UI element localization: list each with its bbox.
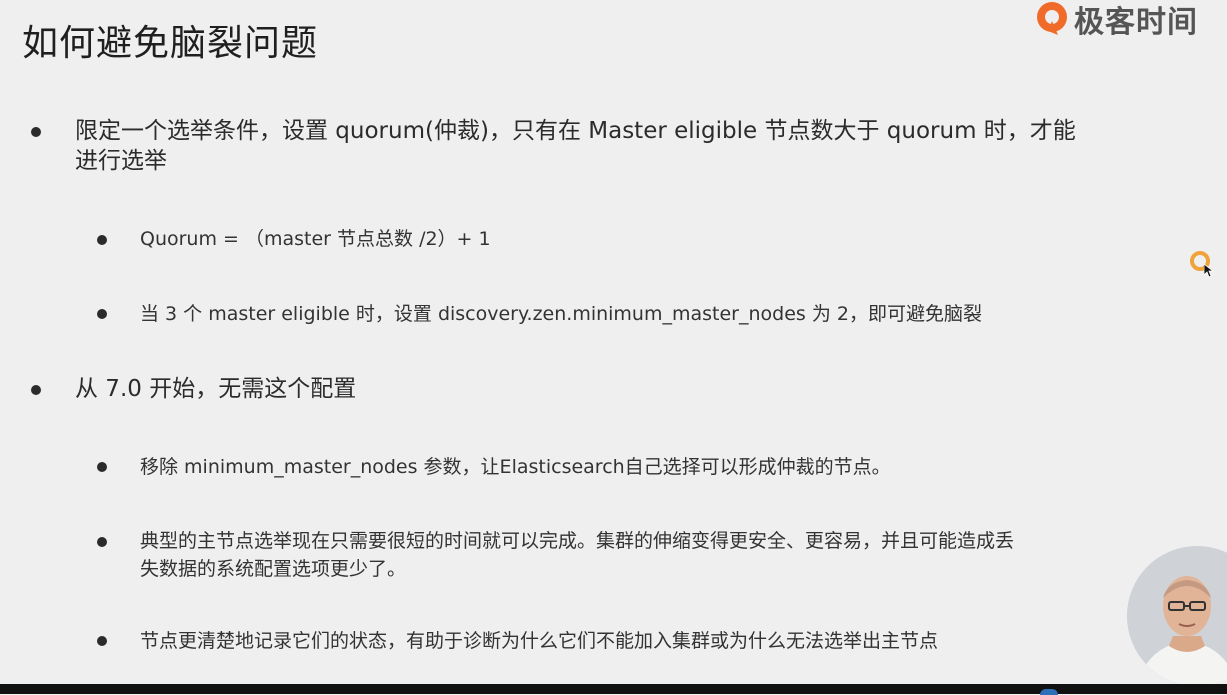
player-indicator xyxy=(1040,689,1058,695)
bullet-text: 从 7.0 开始，无需这个配置 xyxy=(75,376,357,402)
bullet-text: 限定一个选举条件，设置 quorum(仲裁)，只有在 Master eligib… xyxy=(75,116,1076,176)
bullet-line: 典型的主节点选举现在只需要很短的时间就可以完成。集群的伸缩变得更安全、更容易，并… xyxy=(140,530,1015,552)
bullet-dot-icon xyxy=(97,636,107,646)
bullet-text: 移除 minimum_master_nodes 参数，让Elasticsearc… xyxy=(140,456,891,478)
bullet-dot-icon xyxy=(31,385,41,395)
bullet-dot-icon xyxy=(31,127,41,137)
bullet-text: Quorum = （master 节点总数 /2）+ 1 xyxy=(140,228,491,250)
bullet-line: 进行选举 xyxy=(75,148,167,174)
bullet-text: 典型的主节点选举现在只需要很短的时间就可以完成。集群的伸缩变得更安全、更容易，并… xyxy=(140,527,1014,583)
brand-logo: 极客时间 xyxy=(1034,0,1198,40)
bullet-dot-icon xyxy=(97,309,107,319)
cursor-arrow-icon xyxy=(1203,263,1215,278)
bullet-dot-icon xyxy=(97,537,107,547)
slide-title: 如何避免脑裂问题 xyxy=(22,23,319,64)
bullet-text: 节点更清楚地记录它们的状态，有助于诊断为什么它们不能加入集群或为什么无法选举出主… xyxy=(140,630,939,652)
presenter-webcam xyxy=(1127,546,1227,684)
slide: 如何避免脑裂问题 极客时间 限定一个选举条件，设置 quorum(仲裁)，只有在… xyxy=(0,0,1227,684)
bullet-dot-icon xyxy=(97,462,107,472)
bullet-line: 限定一个选举条件，设置 quorum(仲裁)，只有在 Master eligib… xyxy=(75,118,1076,144)
bullet-dot-icon xyxy=(97,235,107,245)
geektime-logo-icon xyxy=(1034,1,1070,37)
bullet-line: 失数据的系统配置选项更少了。 xyxy=(140,558,407,580)
logo-text: 极客时间 xyxy=(1074,5,1198,40)
bullet-text: 当 3 个 master eligible 时，设置 discovery.zen… xyxy=(140,303,982,325)
